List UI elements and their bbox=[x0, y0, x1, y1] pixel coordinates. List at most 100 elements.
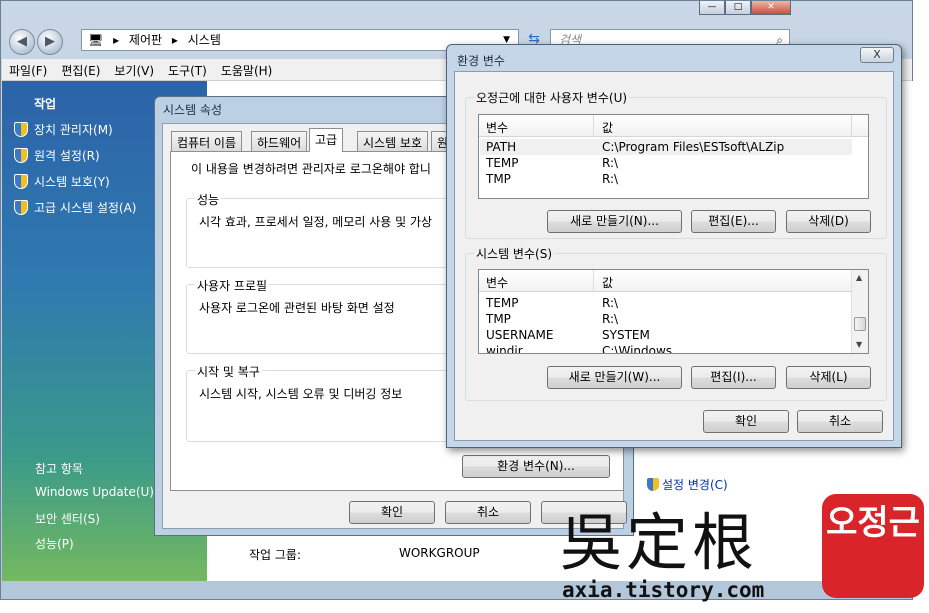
system-new-button[interactable]: 새로 만들기(W)... bbox=[547, 366, 682, 389]
system-edit-button[interactable]: 편집(I)... bbox=[691, 366, 776, 389]
list-header: 변수 값 bbox=[479, 270, 868, 292]
group-description: 시각 효과, 프로세서 일정, 메모리 사용 및 가상 bbox=[199, 215, 433, 229]
breadcrumb-control-panel[interactable]: 제어판 bbox=[129, 33, 162, 47]
tab-computer-name[interactable]: 컴퓨터 이름 bbox=[171, 131, 243, 151]
task-system-protection[interactable]: 시스템 보호(Y) bbox=[14, 173, 110, 190]
close-icon[interactable]: X bbox=[860, 47, 894, 63]
list-item[interactable]: TMP R:\ bbox=[480, 171, 852, 187]
link-security-center[interactable]: 보안 센터(S) bbox=[35, 510, 100, 527]
tab-hardware[interactable]: 하드웨어 bbox=[251, 131, 308, 151]
group-title: 성능 bbox=[195, 191, 222, 208]
ok-button[interactable]: 확인 bbox=[349, 501, 435, 524]
dialog-body: 오정근에 대한 사용자 변수(U) 변수 값 PATH C:\Program F… bbox=[454, 71, 894, 441]
user-variables-title: 오정근에 대한 사용자 변수(U) bbox=[474, 89, 630, 106]
workgroup-value: WORKGROUP bbox=[399, 546, 480, 560]
column-value[interactable]: 값 bbox=[602, 274, 613, 291]
user-new-button[interactable]: 새로 만들기(N)... bbox=[547, 210, 682, 233]
list-item[interactable]: USERNAME SYSTEM bbox=[480, 327, 852, 343]
vertical-scrollbar[interactable]: ▲ ▼ bbox=[851, 270, 868, 353]
user-variables-list[interactable]: 변수 값 PATH C:\Program Files\ESTsoft\ALZip… bbox=[478, 114, 869, 199]
admin-note: 이 내용을 변경하려면 관리자로 로그온해야 합니 bbox=[191, 162, 431, 176]
system-variables-title: 시스템 변수(S) bbox=[474, 245, 554, 262]
link-performance[interactable]: 성능(P) bbox=[35, 535, 74, 552]
back-button[interactable]: ◀ bbox=[9, 29, 35, 55]
list-item[interactable]: TEMP R:\ bbox=[480, 295, 852, 311]
dialog-title: 환경 변수 bbox=[457, 54, 505, 68]
cancel-button[interactable]: 취소 bbox=[797, 410, 883, 433]
var-name: TEMP bbox=[486, 156, 519, 170]
shield-icon bbox=[14, 148, 28, 163]
task-label: 원격 설정(R) bbox=[34, 149, 100, 163]
scroll-up-icon[interactable]: ▲ bbox=[856, 273, 862, 282]
task-remote-settings[interactable]: 원격 설정(R) bbox=[14, 147, 100, 164]
breadcrumb-separator-icon: ▸ bbox=[171, 33, 178, 47]
group-description: 시스템 시작, 시스템 오류 및 디버깅 정보 bbox=[199, 387, 403, 401]
var-name: TMP bbox=[486, 312, 511, 326]
system-delete-button[interactable]: 삭제(L) bbox=[786, 366, 871, 389]
change-settings-label: 설정 변경(C) bbox=[662, 478, 728, 492]
computer-icon: 🖥 bbox=[88, 33, 104, 47]
var-value: SYSTEM bbox=[602, 328, 650, 342]
var-value: R:\ bbox=[602, 156, 619, 170]
user-edit-button[interactable]: 편집(E)... bbox=[691, 210, 776, 233]
var-name: USERNAME bbox=[486, 328, 554, 342]
dialog-title: 시스템 속성 bbox=[163, 103, 223, 117]
forward-button[interactable]: ▶ bbox=[37, 29, 63, 55]
group-title: 사용자 프로필 bbox=[195, 277, 270, 294]
var-value: R:\ bbox=[602, 172, 619, 186]
scroll-thumb[interactable] bbox=[854, 317, 866, 331]
task-label: 고급 시스템 설정(A) bbox=[34, 201, 137, 215]
ok-button[interactable]: 확인 bbox=[703, 410, 789, 433]
environment-variables-dialog: 환경 변수 X 오정근에 대한 사용자 변수(U) 변수 값 PATH C:\P… bbox=[446, 44, 902, 448]
group-description: 사용자 로그온에 관련된 바탕 화면 설정 bbox=[199, 301, 395, 315]
var-name: PATH bbox=[486, 140, 517, 154]
column-variable[interactable]: 변수 bbox=[486, 274, 508, 291]
maximize-button[interactable]: □ bbox=[725, 1, 751, 15]
link-windows-update[interactable]: Windows Update(U) bbox=[35, 485, 154, 499]
environment-variables-button[interactable]: 환경 변수(N)... bbox=[462, 455, 610, 478]
var-value: C:\Program Files\ESTsoft\ALZip bbox=[602, 140, 785, 154]
task-device-manager[interactable]: 장치 관리자(M) bbox=[14, 121, 113, 138]
var-value: R:\ bbox=[602, 296, 619, 310]
shield-icon bbox=[14, 174, 28, 189]
tab-system-protection[interactable]: 시스템 보호 bbox=[357, 131, 429, 151]
list-header: 변수 값 bbox=[479, 115, 868, 137]
shield-icon bbox=[14, 200, 28, 215]
watermark-seal: 오정근 bbox=[822, 494, 924, 598]
list-item[interactable]: windir C:\Windows bbox=[480, 343, 852, 354]
task-advanced-settings[interactable]: 고급 시스템 설정(A) bbox=[14, 199, 136, 216]
close-button[interactable]: ✕ bbox=[751, 1, 791, 15]
breadcrumb-separator-icon: ▸ bbox=[113, 33, 120, 47]
watermark-url: axia.tistory.com bbox=[562, 578, 765, 602]
menu-file[interactable]: 파일(F) bbox=[2, 59, 54, 81]
list-item[interactable]: PATH C:\Program Files\ESTsoft\ALZip bbox=[480, 139, 852, 155]
cancel-button[interactable]: 취소 bbox=[445, 501, 531, 524]
menu-edit[interactable]: 편집(E) bbox=[54, 59, 107, 81]
task-label: 장치 관리자(M) bbox=[34, 123, 113, 137]
breadcrumb-system[interactable]: 시스템 bbox=[188, 33, 221, 47]
change-settings-link[interactable]: 설정 변경(C) bbox=[647, 476, 728, 493]
column-value[interactable]: 값 bbox=[602, 119, 613, 136]
list-item[interactable]: TMP R:\ bbox=[480, 311, 852, 327]
user-delete-button[interactable]: 삭제(D) bbox=[786, 210, 871, 233]
minimize-button[interactable]: — bbox=[699, 1, 725, 15]
see-also-header: 참고 항목 bbox=[35, 462, 83, 476]
group-title: 시작 및 복구 bbox=[195, 363, 262, 380]
menu-view[interactable]: 보기(V) bbox=[107, 59, 161, 81]
task-label: 시스템 보호(Y) bbox=[34, 175, 110, 189]
var-name: TMP bbox=[486, 172, 511, 186]
menu-help[interactable]: 도움말(H) bbox=[214, 59, 280, 81]
column-variable[interactable]: 변수 bbox=[486, 119, 508, 136]
menu-tools[interactable]: 도구(T) bbox=[161, 59, 214, 81]
workgroup-label: 작업 그룹: bbox=[249, 548, 302, 562]
tasks-header: 작업 bbox=[34, 97, 57, 111]
list-item[interactable]: TEMP R:\ bbox=[480, 155, 852, 171]
tab-advanced[interactable]: 고급 bbox=[309, 128, 344, 152]
var-name: windir bbox=[486, 344, 523, 354]
var-name: TEMP bbox=[486, 296, 519, 310]
scroll-down-icon[interactable]: ▼ bbox=[856, 340, 862, 349]
shield-icon bbox=[647, 478, 659, 491]
system-variables-list[interactable]: 변수 값 TEMP R:\ TMP R:\ USERNAME SYSTEM wi… bbox=[478, 269, 869, 354]
var-value: C:\Windows bbox=[602, 344, 673, 354]
var-value: R:\ bbox=[602, 312, 619, 326]
